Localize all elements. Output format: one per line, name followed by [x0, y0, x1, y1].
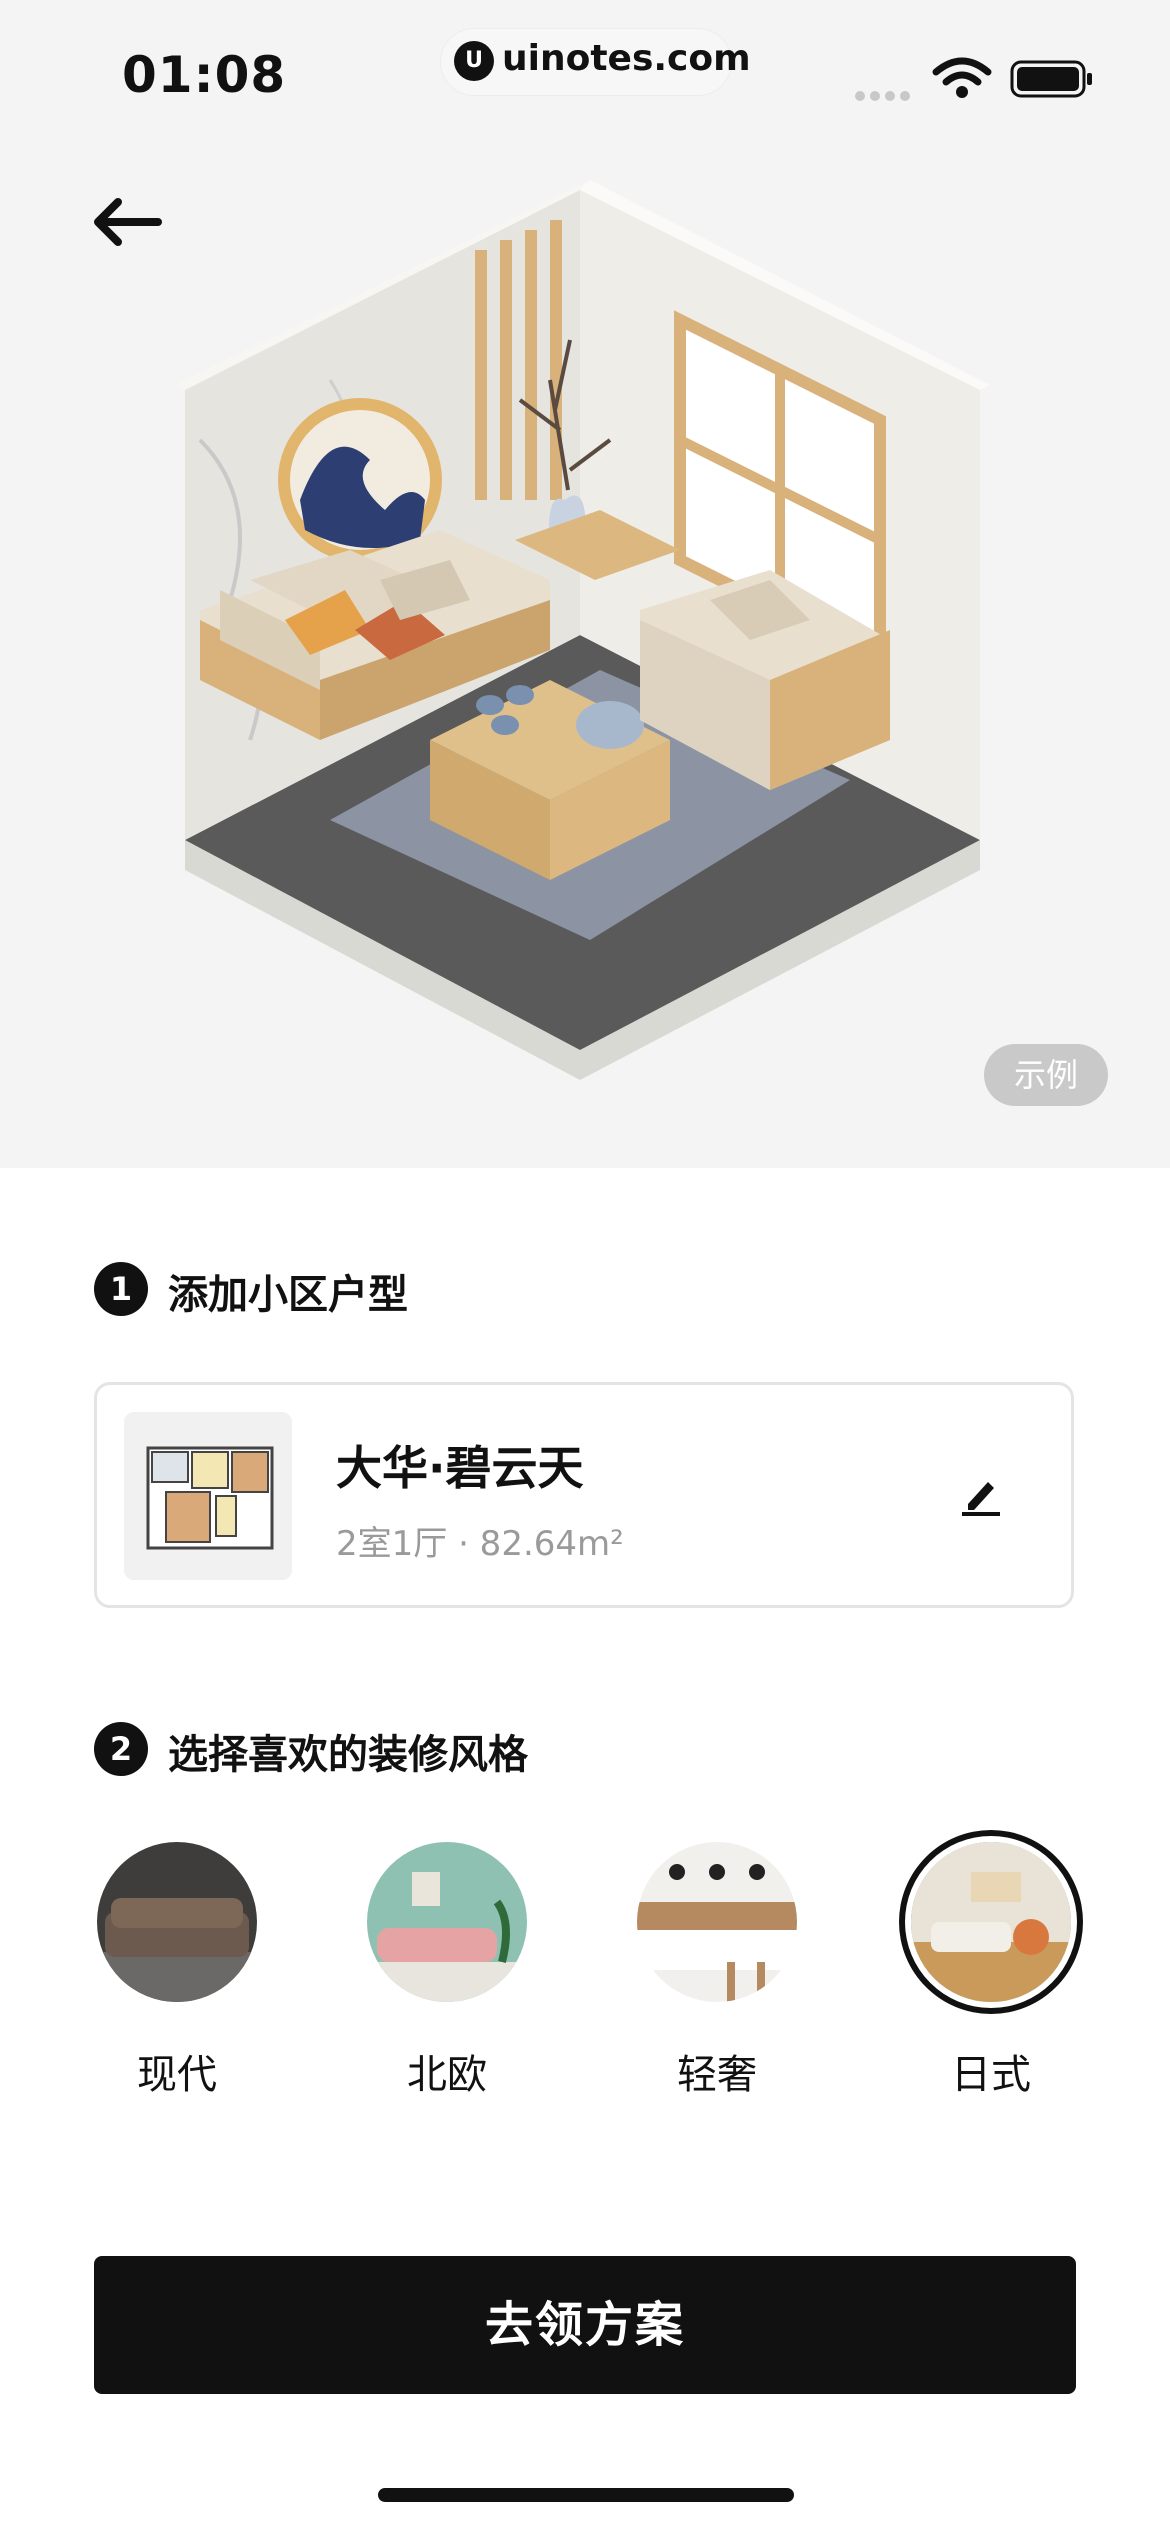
style-label-nordic: 北欧 — [407, 2052, 487, 2098]
style-label-japanese: 日式 — [951, 2052, 1031, 2098]
room-illustration — [175, 180, 990, 1080]
step-2-number: 2 — [94, 1722, 148, 1776]
back-arrow-icon[interactable] — [88, 192, 168, 252]
style-label-light-luxury: 轻奢 — [677, 2052, 757, 2098]
edit-pencil-icon[interactable] — [958, 1470, 1006, 1518]
status-url: uinotes.com — [502, 38, 751, 79]
community-name: 大华·碧云天 — [336, 1441, 584, 1495]
battery-icon — [1010, 60, 1092, 98]
step-1-number: 1 — [94, 1262, 148, 1316]
sample-badge: 示例 — [984, 1044, 1108, 1106]
community-spec: 2室1厅 · 82.64m² — [336, 1524, 624, 1564]
step-1-title: 添加小区户型 — [168, 1272, 408, 1318]
style-option-light-luxury[interactable]: 轻奢 — [632, 1842, 802, 2100]
style-option-nordic[interactable]: 北欧 — [362, 1842, 532, 2100]
style-label-modern: 现代 — [137, 2052, 217, 2098]
step-2-title: 选择喜欢的装修风格 — [168, 1732, 528, 1778]
light-luxury-style-thumbnail — [637, 1842, 797, 2002]
floorplan-thumbnail — [124, 1412, 292, 1580]
hero-section: 01:08 U uinotes.com 示例 — [0, 0, 1170, 1168]
wifi-icon — [932, 57, 992, 98]
get-plan-button[interactable]: 去领方案 — [94, 2256, 1076, 2394]
uinotes-logo-icon: U — [454, 41, 494, 81]
cellular-signal-icon — [855, 86, 915, 105]
style-option-modern[interactable]: 现代 — [92, 1842, 262, 2100]
style-option-japanese[interactable]: 日式 — [906, 1842, 1076, 2100]
home-indicator[interactable] — [378, 2488, 794, 2502]
japanese-style-thumbnail — [911, 1842, 1071, 2002]
nordic-style-thumbnail — [367, 1842, 527, 2002]
status-time: 01:08 — [122, 46, 287, 104]
modern-style-thumbnail — [97, 1842, 257, 2002]
